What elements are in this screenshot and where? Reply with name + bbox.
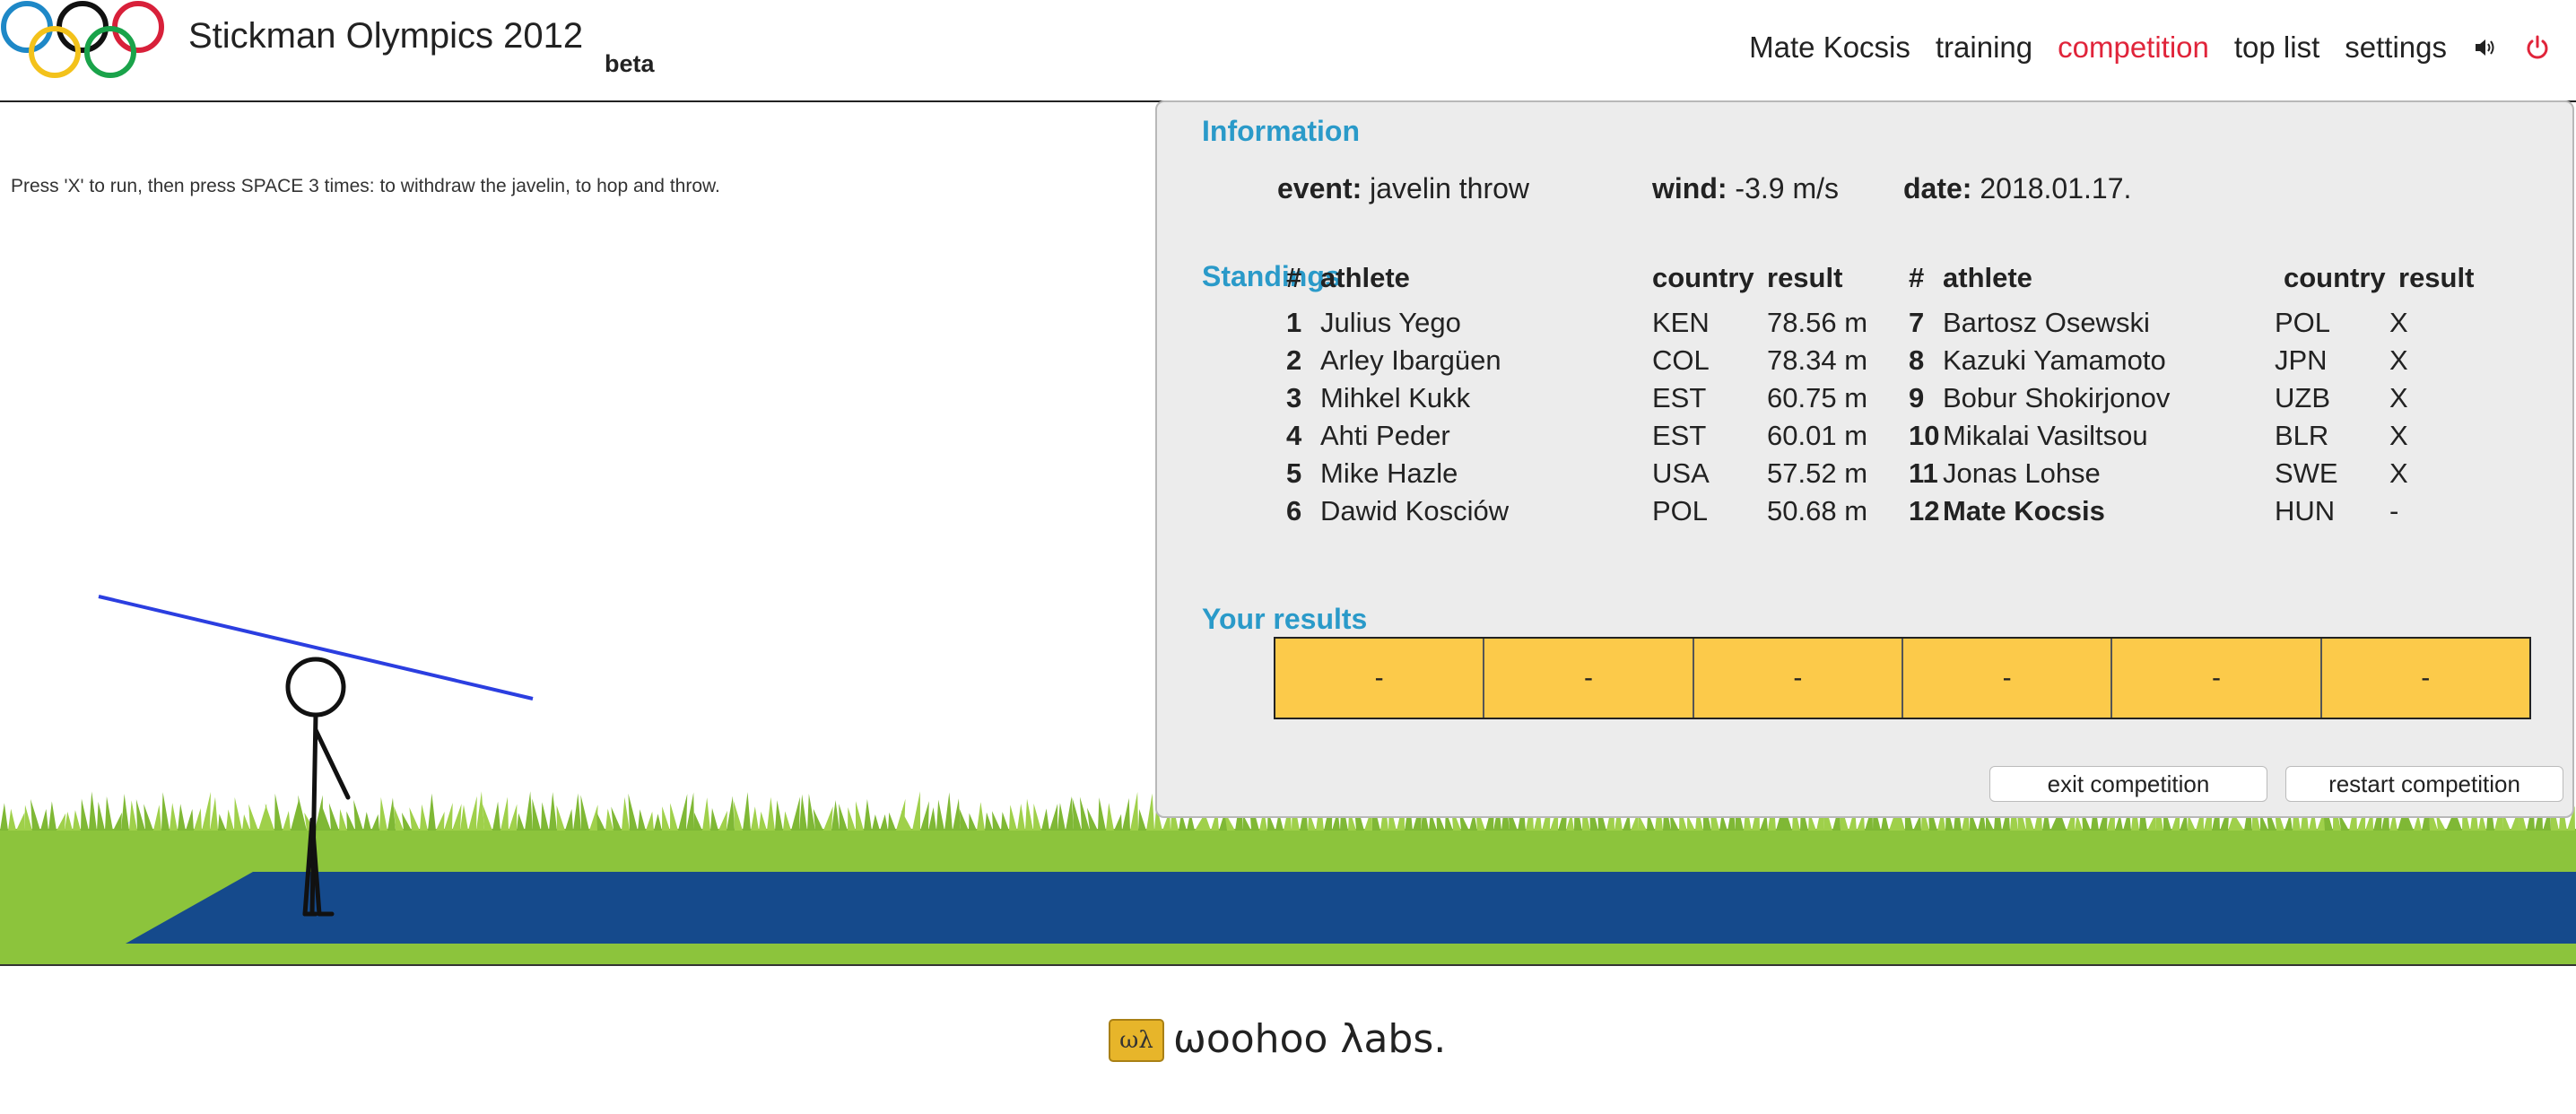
information-title: Information: [1202, 115, 1360, 147]
nav-training[interactable]: training: [1936, 30, 2032, 65]
nav-top-list[interactable]: top list: [2234, 30, 2319, 65]
standings-result: X: [2389, 382, 2408, 413]
standings-country: EST: [1652, 382, 1707, 413]
speaker-icon[interactable]: [2472, 34, 2499, 61]
standings-result: 78.34 m: [1767, 344, 1868, 376]
event-label: event:: [1277, 172, 1362, 205]
standings-result: 78.56 m: [1767, 307, 1868, 338]
standings-result: X: [2389, 457, 2408, 489]
nav-user[interactable]: Mate Kocsis: [1749, 30, 1910, 65]
standings-rank: 11: [1909, 457, 1938, 489]
standings-rank: 3: [1286, 382, 1302, 413]
standings-result: X: [2389, 307, 2408, 338]
standings-country: JPN: [2275, 344, 2328, 376]
header-country: country: [2284, 262, 2386, 293]
main-nav: Mate Kocsis training competition top lis…: [1749, 30, 2551, 65]
standings-rank: 12: [1909, 495, 1940, 527]
standings-country: EST: [1652, 420, 1707, 451]
standings-athlete: Bobur Shokirjonov: [1943, 382, 2171, 413]
standings-athlete: Mihkel Kukk: [1320, 382, 1471, 413]
restart-competition-button[interactable]: restart competition: [2285, 766, 2563, 802]
olympic-rings-logo: [1, 1, 164, 78]
standings-rank: 6: [1286, 495, 1302, 527]
standings-rank: 4: [1286, 420, 1302, 451]
header-rank: #: [1286, 262, 1302, 293]
result-attempt: -: [1484, 639, 1694, 718]
standings-country: POL: [1652, 495, 1709, 527]
result-attempt: -: [1694, 639, 1903, 718]
standings-result: X: [2389, 344, 2408, 376]
header-result: result: [1767, 262, 1843, 293]
header: Stickman Olympics 2012 beta Mate Kocsis …: [0, 0, 2576, 102]
result-attempt: -: [2421, 663, 2431, 692]
standings-athlete: Bartosz Osewski: [1943, 307, 2150, 338]
header-athlete: athlete: [1320, 262, 1410, 293]
standings-athlete: Mike Hazle: [1320, 457, 1458, 489]
standings-country: BLR: [2275, 420, 2329, 451]
standings-result: -: [2389, 495, 2399, 527]
footer: ωλ ωoohoo λabs.: [0, 966, 2576, 1114]
wind-label: wind:: [1652, 172, 1727, 205]
standings-rank: 1: [1286, 307, 1302, 338]
standings-result: 57.52 m: [1767, 457, 1868, 489]
beta-label: beta: [605, 50, 655, 77]
header-rank: #: [1909, 262, 1925, 293]
wind-value: -3.9 m/s: [1735, 172, 1839, 205]
standings-rank: 7: [1909, 307, 1925, 338]
event-value: javelin throw: [1370, 172, 1529, 205]
standings-result: 60.01 m: [1767, 420, 1868, 451]
standings-rank: 8: [1909, 344, 1925, 376]
standings-result: 60.75 m: [1767, 382, 1868, 413]
standings-country: POL: [2275, 307, 2331, 338]
standings-athlete: Mikalai Vasiltsou: [1943, 420, 2148, 451]
standings-rank: 10: [1909, 420, 1940, 451]
standings-athlete: Arley Ibargüen: [1320, 344, 1501, 376]
result-attempt: -: [2112, 639, 2322, 718]
javelin: [98, 595, 534, 701]
standings-athlete: Julius Yego: [1320, 307, 1461, 338]
standings-athlete: Dawid Kosciów: [1320, 495, 1510, 527]
standings-athlete: Ahti Peder: [1320, 420, 1450, 451]
standings-country: SWE: [2275, 457, 2338, 489]
woohoo-labs-logo[interactable]: ωλ: [1109, 1019, 1164, 1062]
power-icon[interactable]: [2524, 34, 2551, 61]
footer-brand[interactable]: ωoohoo λabs.: [1173, 1016, 1446, 1062]
date-value: 2018.01.17.: [1980, 172, 2132, 205]
standings-country: COL: [1652, 344, 1710, 376]
standings-country: USA: [1652, 457, 1710, 489]
standings-rank: 2: [1286, 344, 1302, 376]
result-attempt: -: [1275, 639, 1485, 718]
standings-country: HUN: [2275, 495, 2336, 527]
exit-competition-button[interactable]: exit competition: [1989, 766, 2267, 802]
runway-track: [126, 872, 2576, 944]
your-results-box: - - - - - -: [1274, 637, 2531, 719]
header-athlete: athlete: [1943, 262, 2032, 293]
competition-panel: Information event: javelin throw wind: -…: [1155, 100, 2574, 818]
nav-competition[interactable]: competition: [2058, 30, 2209, 65]
standings-result: X: [2389, 420, 2408, 451]
result-attempt: -: [1903, 639, 2113, 718]
standings-country: UZB: [2275, 382, 2330, 413]
standings-country: KEN: [1652, 307, 1710, 338]
header-country: country: [1652, 262, 1754, 293]
your-results-title: Your results: [1202, 603, 1368, 635]
date-label: date:: [1903, 172, 1972, 205]
standings-rank: 5: [1286, 457, 1302, 489]
standings-rank: 9: [1909, 382, 1925, 413]
standings-result: 50.68 m: [1767, 495, 1868, 527]
standings-athlete: Kazuki Yamamoto: [1943, 344, 2166, 376]
app-title: Stickman Olympics 2012: [188, 16, 584, 56]
standings-athlete: Jonas Lohse: [1943, 457, 2101, 489]
standings-athlete: Mate Kocsis: [1943, 495, 2105, 527]
nav-settings[interactable]: settings: [2345, 30, 2447, 65]
header-result: result: [2398, 262, 2475, 293]
